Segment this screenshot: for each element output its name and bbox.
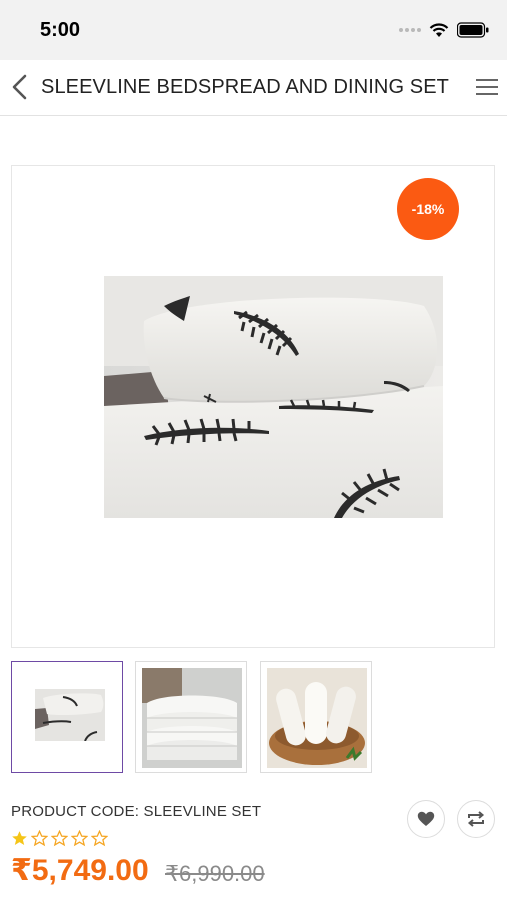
sale-price: ₹5,749.00 [11, 854, 149, 887]
star-icon[interactable] [91, 830, 108, 847]
original-price: ₹6,990.00 [165, 861, 265, 886]
star-icon[interactable] [11, 830, 28, 847]
wifi-icon [429, 22, 449, 37]
status-icons [399, 22, 489, 38]
thumbnail-cushions[interactable] [260, 661, 372, 773]
back-arrow-icon[interactable] [8, 72, 32, 102]
status-time: 5:00 [40, 19, 81, 41]
star-icon[interactable] [31, 830, 48, 847]
page-title: SLEEVLINE BEDSPREAD AND DINING SET [41, 76, 449, 98]
menu-icon[interactable] [475, 76, 499, 98]
thumbnail-bedspread[interactable] [11, 661, 123, 773]
product-code: PRODUCT CODE: SLEEVLINE SET [11, 803, 262, 820]
product-main-image[interactable] [104, 276, 443, 518]
signal-icon [399, 28, 421, 32]
heart-icon [417, 811, 435, 826]
compare-button[interactable] [457, 800, 495, 838]
status-bar: 5:00 [0, 0, 507, 60]
thumbnail-towels-image [142, 668, 242, 768]
wishlist-button[interactable] [407, 800, 445, 838]
battery-icon [457, 22, 489, 38]
thumbnail-towels[interactable] [135, 661, 247, 773]
app-header: SLEEVLINE BEDSPREAD AND DINING SET [0, 60, 507, 116]
thumbnail-cushions-image [267, 668, 367, 768]
star-icon[interactable] [71, 830, 88, 847]
discount-badge: -18% [397, 178, 459, 240]
compare-icon [467, 811, 485, 827]
rating-stars[interactable] [11, 830, 108, 847]
thumbnail-bedspread-image [35, 689, 105, 741]
star-icon[interactable] [51, 830, 68, 847]
